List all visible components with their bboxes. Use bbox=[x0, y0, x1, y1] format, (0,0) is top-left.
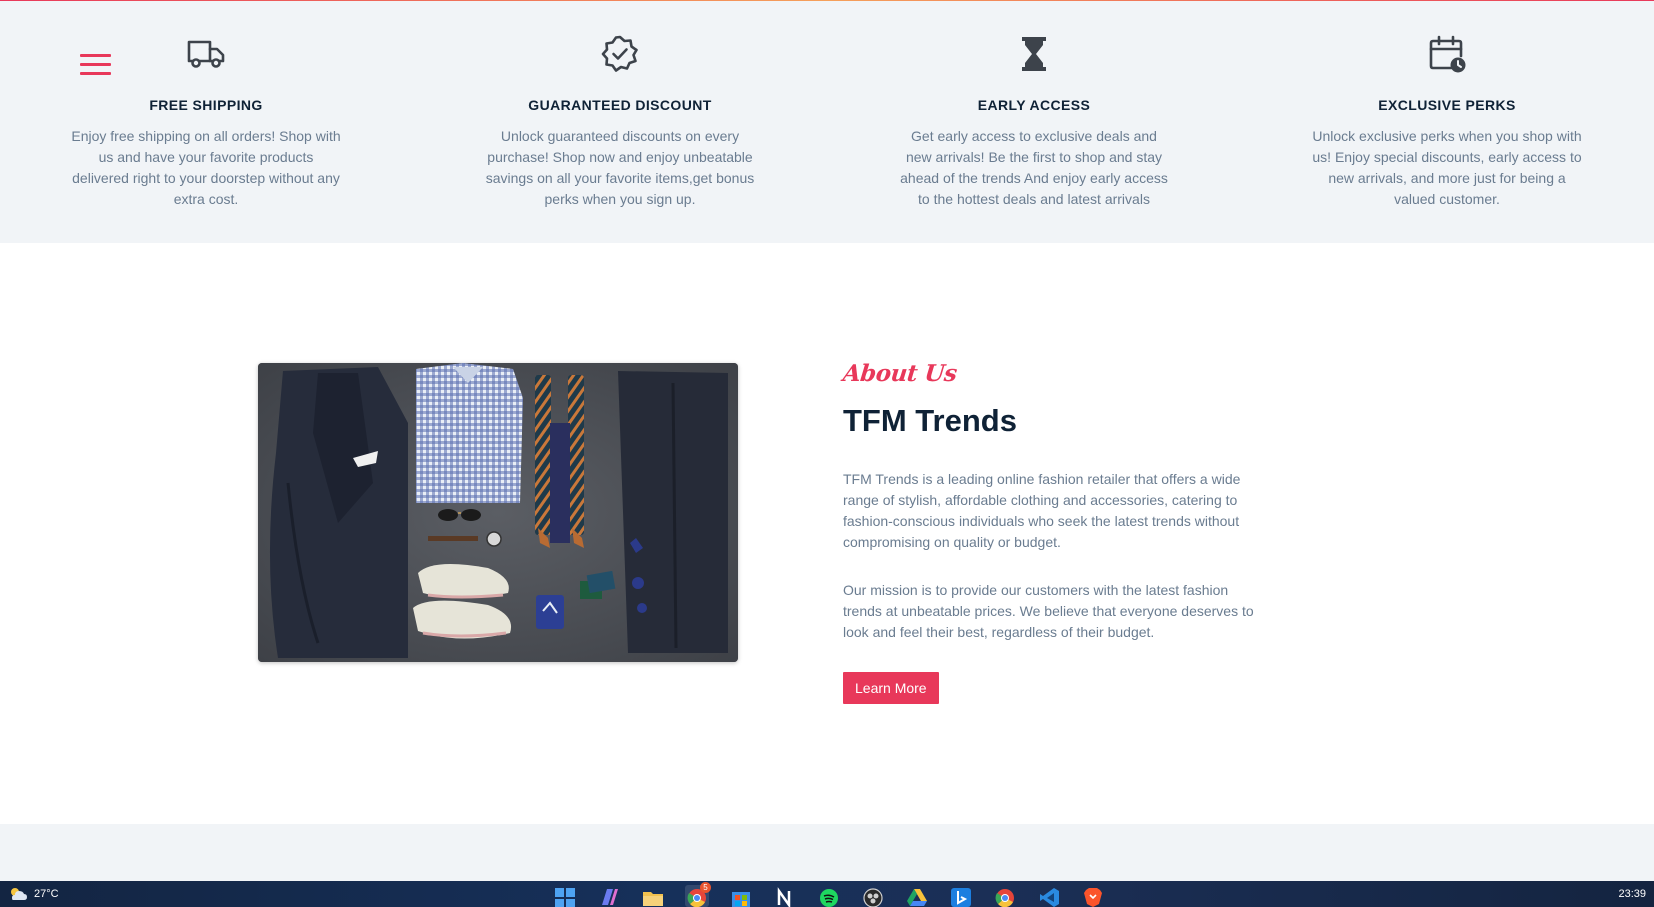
feature-title: EXCLUSIVE PERKS bbox=[1378, 97, 1516, 113]
about-fashion-image bbox=[258, 363, 738, 662]
brave-icon[interactable] bbox=[1081, 885, 1105, 907]
feature-description: Unlock guaranteed discounts on every pur… bbox=[485, 128, 755, 207]
next-section-band bbox=[0, 824, 1654, 881]
feature-title: GUARANTEED DISCOUNT bbox=[528, 97, 712, 113]
obs-icon[interactable] bbox=[861, 885, 885, 907]
about-section: About Us TFM Trends TFM Trends is a lead… bbox=[841, 360, 1263, 704]
feature-free-shipping: FREE SHIPPING Enjoy free shipping on all… bbox=[66, 1, 346, 210]
about-title: TFM Trends bbox=[843, 403, 1017, 438]
chrome-icon[interactable] bbox=[993, 885, 1017, 907]
truck-icon bbox=[187, 40, 225, 68]
vscode-icon[interactable] bbox=[1037, 885, 1061, 907]
temperature-label: 27°C bbox=[34, 888, 59, 900]
bing-icon[interactable] bbox=[949, 885, 973, 907]
learn-more-button[interactable]: Learn More bbox=[843, 672, 939, 704]
hourglass-icon bbox=[1022, 37, 1046, 71]
feature-exclusive-perks: EXCLUSIVE PERKS Unlock exclusive perks w… bbox=[1307, 1, 1587, 210]
notion-icon[interactable] bbox=[773, 885, 797, 907]
feature-guaranteed-discount: GUARANTEED DISCOUNT Unlock guaranteed di… bbox=[480, 1, 760, 210]
taskbar: 27°C 5 23:39 bbox=[0, 881, 1654, 907]
calendar-clock-icon bbox=[1429, 35, 1466, 73]
feature-description: Enjoy free shipping on all orders! Shop … bbox=[71, 128, 341, 207]
feature-description: Unlock exclusive perks when you shop wit… bbox=[1312, 128, 1582, 207]
file-explorer-icon[interactable] bbox=[641, 885, 665, 907]
windows-start-icon[interactable] bbox=[553, 885, 577, 907]
copilot-icon[interactable] bbox=[597, 885, 621, 907]
google-drive-icon[interactable] bbox=[905, 885, 929, 907]
feature-early-access: EARLY ACCESS Get early access to exclusi… bbox=[894, 1, 1174, 210]
feature-title: FREE SHIPPING bbox=[149, 97, 263, 113]
features-band: FREE SHIPPING Enjoy free shipping on all… bbox=[0, 1, 1654, 243]
badge-check-icon bbox=[601, 35, 638, 72]
weather-cloud-icon bbox=[11, 888, 27, 900]
feature-description: Get early access to exclusive deals and … bbox=[900, 128, 1168, 207]
about-paragraph-1: TFM Trends is a leading online fashion r… bbox=[843, 471, 1241, 550]
about-eyebrow: About Us bbox=[841, 360, 959, 387]
taskbar-apps: 5 bbox=[553, 882, 1105, 907]
spotify-icon[interactable] bbox=[817, 885, 841, 907]
microsoft-store-icon[interactable] bbox=[729, 885, 753, 907]
weather-widget[interactable]: 27°C bbox=[8, 886, 59, 902]
about-paragraph-2: Our mission is to provide our customers … bbox=[843, 582, 1254, 640]
feature-title: EARLY ACCESS bbox=[977, 97, 1091, 113]
notification-badge: 5 bbox=[700, 882, 711, 893]
clock[interactable]: 23:39 bbox=[1618, 888, 1646, 900]
chrome-icon[interactable]: 5 bbox=[685, 882, 711, 907]
